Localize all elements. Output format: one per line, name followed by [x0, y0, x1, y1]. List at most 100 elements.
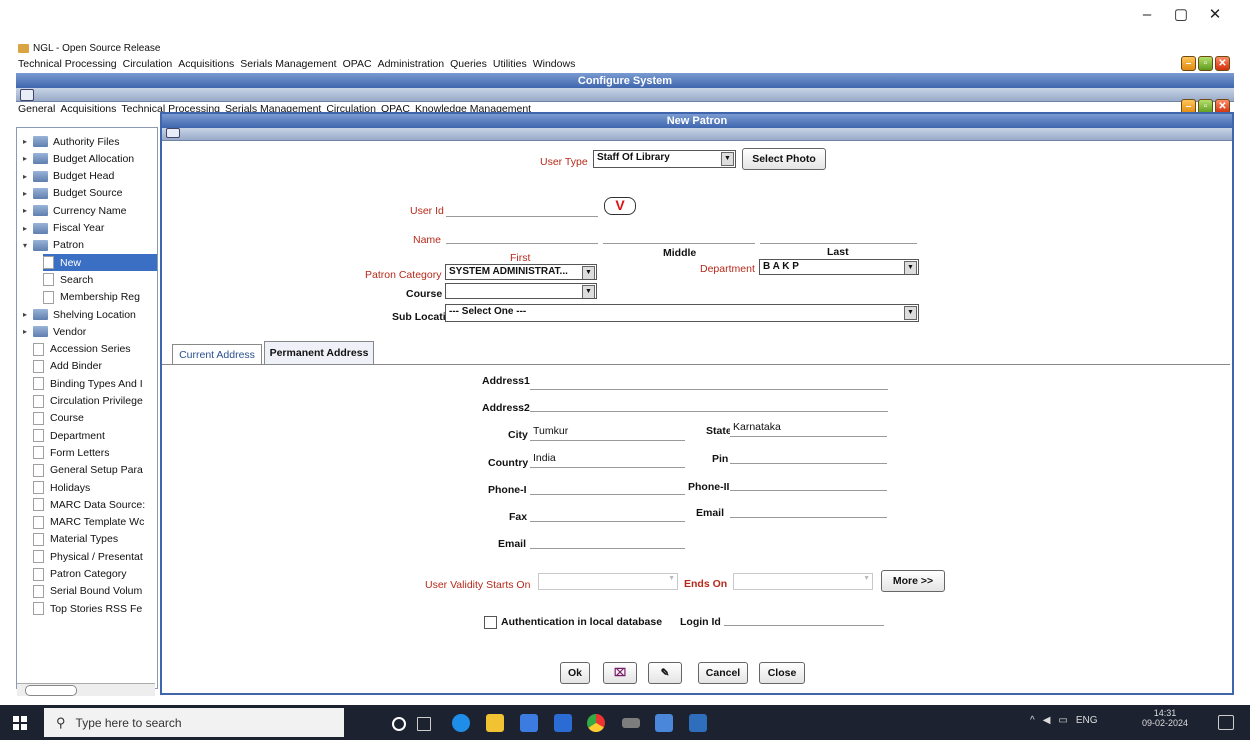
tree-item[interactable]: MARC Data Source:	[33, 496, 145, 513]
pin-input[interactable]	[730, 445, 887, 464]
store-icon[interactable]	[520, 714, 538, 732]
language-indicator[interactable]: ENG	[1076, 715, 1098, 726]
calendar-dropdown-icon[interactable]: ▼	[863, 575, 870, 582]
patron-category-select[interactable]: SYSTEM ADMINISTRAT... ▼	[445, 264, 597, 280]
cortana-icon[interactable]	[392, 717, 406, 731]
first-name-input[interactable]	[446, 225, 598, 244]
collapsed-arrow-icon[interactable]: ▸	[23, 137, 33, 146]
menu-item-acquisitions[interactable]: Acquisitions	[178, 58, 234, 70]
clear-icon-button[interactable]: ⌧	[603, 662, 637, 684]
tree-item[interactable]: Department	[33, 427, 105, 444]
clock[interactable]: 14:31 09-02-2024	[1135, 708, 1195, 728]
tree-folder[interactable]: ▾ Patron	[23, 237, 84, 254]
tab-permanent-address[interactable]: Permanent Address	[264, 341, 374, 364]
collapsed-arrow-icon[interactable]: ▸	[23, 327, 33, 336]
tree-item[interactable]: Form Letters	[33, 444, 110, 461]
more-button[interactable]: More >>	[881, 570, 945, 592]
phone2-input[interactable]	[730, 472, 887, 491]
calendar-dropdown-icon[interactable]: ▼	[668, 575, 675, 582]
app-close-button[interactable]: ✕	[1215, 56, 1230, 71]
user-id-check-icon[interactable]: V	[604, 197, 636, 215]
app-taskbar-icon[interactable]	[622, 718, 640, 728]
course-select[interactable]: ▼	[445, 283, 597, 299]
tree-item[interactable]: Add Binder	[33, 358, 102, 375]
collapsed-arrow-icon[interactable]: ▸	[23, 172, 33, 181]
collapsed-arrow-icon[interactable]: ▸	[23, 310, 33, 319]
tree-item[interactable]: Binding Types And I	[33, 375, 143, 392]
menu-item-serials-management[interactable]: Serials Management	[240, 58, 336, 70]
menu-item-circulation[interactable]: Circulation	[123, 58, 173, 70]
collapsed-arrow-icon[interactable]: ▸	[23, 154, 33, 163]
tree-item[interactable]: Circulation Privilege	[33, 393, 143, 410]
fax-input[interactable]	[530, 503, 685, 522]
taskbar-search-box[interactable]: ⚲ Type here to search	[44, 708, 344, 737]
edit-icon-button[interactable]: ✎	[648, 662, 682, 684]
tree-folder[interactable]: ▸ Shelving Location	[23, 306, 136, 323]
tree-item[interactable]: Course	[33, 410, 84, 427]
login-id-input[interactable]	[724, 607, 884, 626]
tree-folder[interactable]: ▸ Vendor	[23, 323, 86, 340]
task-view-icon[interactable]	[417, 717, 431, 731]
tree-hscrollbar[interactable]	[17, 683, 155, 696]
tree-item[interactable]: Serial Bound Volum	[33, 583, 142, 600]
user-id-input[interactable]	[446, 198, 598, 217]
validity-start-date[interactable]: ▼	[538, 573, 678, 590]
select-photo-button[interactable]: Select Photo	[742, 148, 826, 170]
minimize-button[interactable]: –	[1130, 6, 1164, 23]
ok-button[interactable]: Ok	[560, 662, 590, 684]
mail-icon[interactable]	[554, 714, 572, 732]
menu-item-windows[interactable]: Windows	[533, 58, 576, 70]
tree-folder[interactable]: ▸ Authority Files	[23, 133, 120, 150]
tree-item[interactable]: Accession Series	[33, 341, 131, 358]
close-form-button[interactable]: Close	[759, 662, 805, 684]
cancel-button[interactable]: Cancel	[698, 662, 748, 684]
menu-item-queries[interactable]: Queries	[450, 58, 487, 70]
app-minimize-button[interactable]: –	[1181, 56, 1196, 71]
tree-item[interactable]: Holidays	[33, 479, 90, 496]
tab-current-address[interactable]: Current Address	[172, 344, 262, 364]
sub-location-select[interactable]: --- Select One --- ▼	[445, 304, 919, 322]
tree-folder[interactable]: ▸ Budget Head	[23, 168, 114, 185]
department-select[interactable]: B A K P ▼	[759, 259, 919, 275]
config-tab-acquisitions[interactable]: Acquisitions	[60, 103, 116, 115]
file-explorer-icon[interactable]	[486, 714, 504, 732]
config-tab-general[interactable]: General	[18, 103, 55, 115]
notifications-icon[interactable]	[1218, 715, 1234, 730]
country-input[interactable]: India	[530, 449, 685, 468]
form-window-menu-icon[interactable]	[166, 128, 180, 138]
last-name-input[interactable]	[760, 225, 917, 244]
tree-item[interactable]: Patron Category	[33, 566, 126, 583]
city-input[interactable]: Tumkur	[530, 422, 685, 441]
chrome-icon[interactable]	[587, 714, 605, 732]
address1-input[interactable]	[530, 371, 888, 390]
email-right-input[interactable]	[730, 499, 887, 518]
close-button[interactable]: ✕	[1198, 5, 1232, 23]
menu-item-technical-processing[interactable]: Technical Processing	[18, 58, 117, 70]
tree-item[interactable]: MARC Template Wc	[33, 514, 144, 531]
state-input[interactable]: Karnataka	[730, 418, 887, 437]
tree-item[interactable]: Physical / Presentat	[33, 548, 143, 565]
maximize-button[interactable]: ▢	[1164, 5, 1198, 23]
phone1-input[interactable]	[530, 476, 685, 495]
tree-folder[interactable]: ▸ Fiscal Year	[23, 220, 104, 237]
middle-name-input[interactable]	[603, 225, 755, 244]
tree-folder[interactable]: ▸ Budget Source	[23, 185, 122, 202]
collapsed-arrow-icon[interactable]: ▸	[23, 206, 33, 215]
tree-item[interactable]: Search	[43, 271, 93, 288]
collapsed-arrow-icon[interactable]: ▸	[23, 189, 33, 198]
menu-item-utilities[interactable]: Utilities	[493, 58, 527, 70]
window-menu-icon[interactable]	[20, 89, 34, 101]
speaker-icon[interactable]: ◀	[1043, 715, 1051, 726]
windows-start-icon[interactable]	[13, 716, 27, 730]
tree-item[interactable]: New	[43, 254, 157, 272]
validity-end-date[interactable]: ▼	[733, 573, 873, 590]
address2-input[interactable]	[530, 393, 888, 412]
tree-folder[interactable]: ▸ Budget Allocation	[23, 150, 134, 167]
menu-item-opac[interactable]: OPAC	[343, 58, 372, 70]
app-restore-button[interactable]: ▫	[1198, 56, 1213, 71]
menu-item-administration[interactable]: Administration	[378, 58, 445, 70]
auth-checkbox[interactable]	[484, 616, 497, 629]
edge-icon[interactable]	[452, 714, 470, 732]
tree-item[interactable]: Top Stories RSS Fe	[33, 600, 142, 617]
tree-item[interactable]: Membership Reg	[43, 289, 140, 306]
